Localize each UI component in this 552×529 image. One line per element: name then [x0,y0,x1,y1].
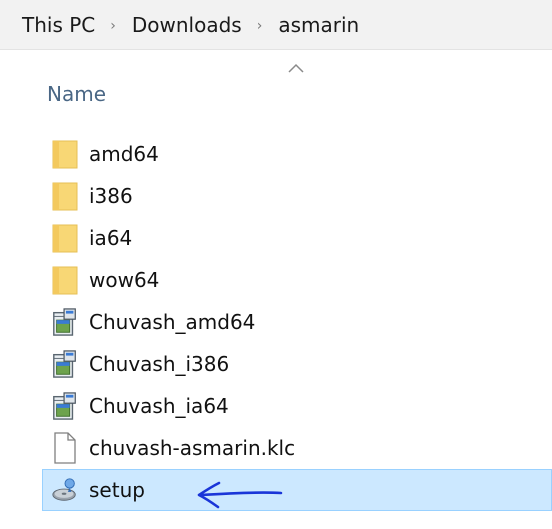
file-list: amd64 i386 ia64 wow64 Chuvash_amd64 Chuv… [42,133,552,511]
list-item-label: Chuvash_i386 [89,352,230,376]
installer-package-icon [51,348,79,380]
installer-package-icon [51,306,79,338]
breadcrumb-this-pc[interactable]: This PC [22,13,95,37]
list-item-label: Chuvash_amd64 [89,310,256,334]
breadcrumb-downloads[interactable]: Downloads [132,13,242,37]
breadcrumb: This PC › Downloads › asmarin [0,0,552,50]
list-item-folder[interactable]: i386 [42,175,552,217]
list-item-label: setup [89,478,145,502]
list-item-setup[interactable]: setup [42,469,552,511]
installer-package-icon [51,390,79,422]
list-item-label: chuvash-asmarin.klc [89,436,296,460]
folder-icon [51,180,79,212]
document-icon [51,432,79,464]
list-item-installer[interactable]: Chuvash_amd64 [42,301,552,343]
list-item-installer[interactable]: Chuvash_ia64 [42,385,552,427]
list-item-folder[interactable]: amd64 [42,133,552,175]
list-item-label: i386 [89,184,133,208]
list-item-file[interactable]: chuvash-asmarin.klc [42,427,552,469]
list-item-label: ia64 [89,226,133,250]
hand-drawn-arrow-icon [197,481,283,509]
folder-icon [51,138,79,170]
list-item-label: wow64 [89,268,160,292]
list-item-label: Chuvash_ia64 [89,394,229,418]
breadcrumb-separator-icon[interactable]: › [257,18,263,34]
breadcrumb-separator-icon[interactable]: › [110,18,116,34]
setup-disc-icon [51,474,79,506]
sort-ascending-icon[interactable] [287,63,305,73]
folder-icon [51,264,79,296]
folder-icon [51,222,79,254]
breadcrumb-asmarin[interactable]: asmarin [278,13,359,37]
file-view: Name amd64 i386 ia64 wow64 Chuvash_amd64… [0,50,552,529]
list-item-folder[interactable]: ia64 [42,217,552,259]
list-item-folder[interactable]: wow64 [42,259,552,301]
list-item-installer[interactable]: Chuvash_i386 [42,343,552,385]
name-column-header[interactable]: Name [47,82,106,106]
list-item-label: amd64 [89,142,159,166]
